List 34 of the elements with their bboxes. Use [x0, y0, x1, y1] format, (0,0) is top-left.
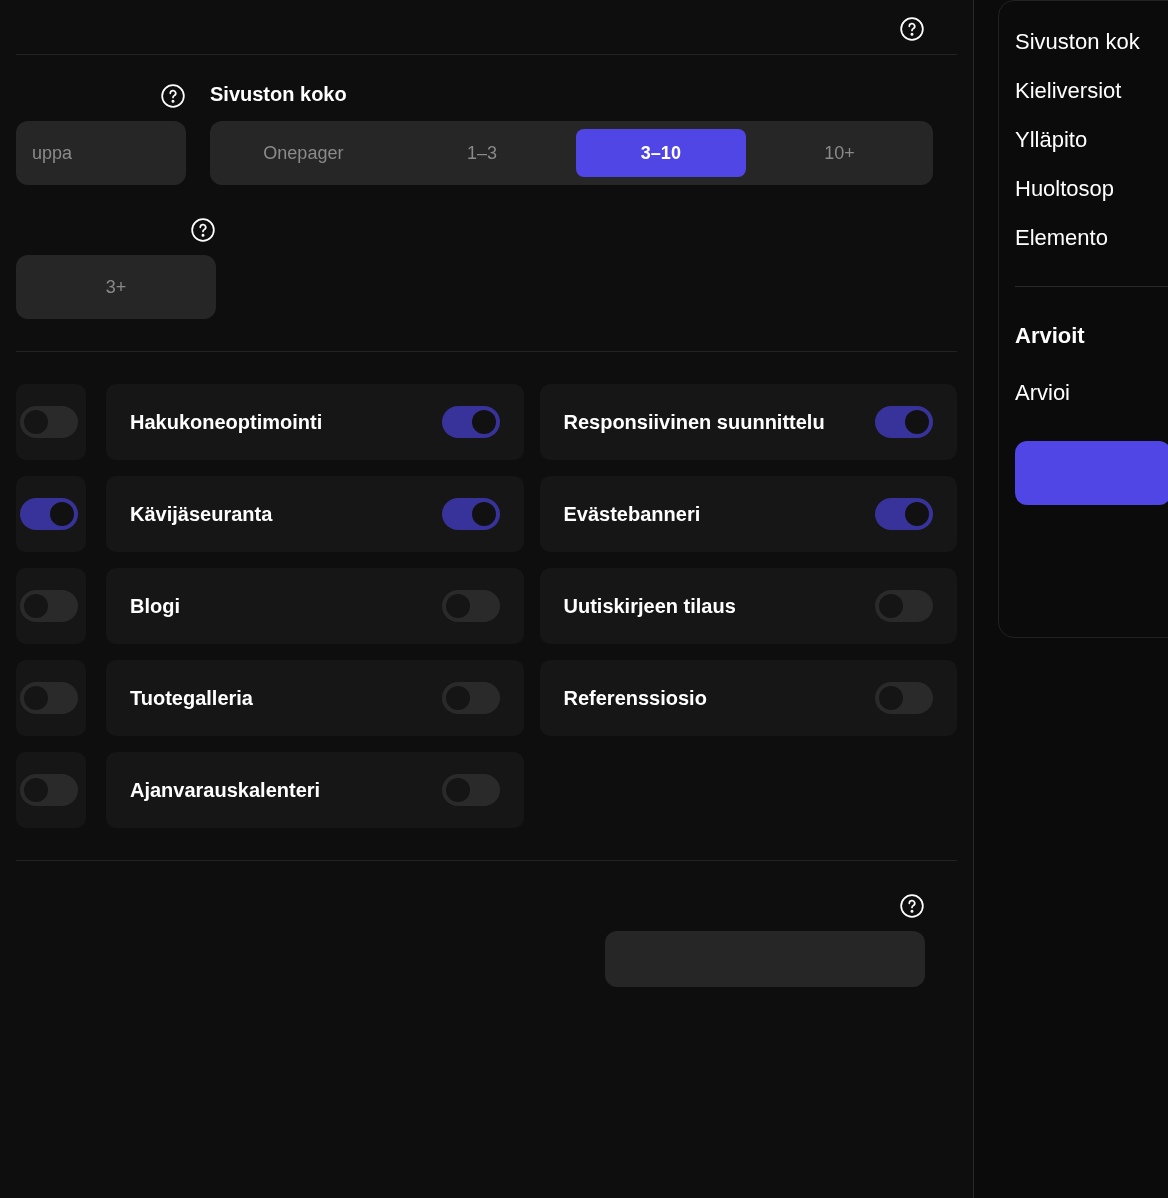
toggle-switch[interactable] — [441, 406, 500, 438]
feature-label: Kävijäseuranta — [130, 502, 273, 527]
feature-label: Hakukoneoptimointi — [130, 410, 323, 435]
summary-item: Elemento — [1015, 224, 1109, 252]
estimate-text: Arvioi — [1015, 379, 1071, 407]
text-field[interactable] — [605, 931, 925, 987]
segment-option[interactable]: 3+ — [24, 263, 208, 311]
feature-label: Referenssiosio — [563, 686, 707, 711]
toggle-switch[interactable] — [875, 406, 933, 438]
estimate-heading: Arvioit — [1015, 322, 1086, 350]
text-field[interactable]: uppa — [16, 121, 186, 185]
feature-label: Responsiivinen suunnittelu — [563, 410, 825, 435]
help-icon[interactable] — [899, 16, 925, 42]
feature-label: Ajanvarauskalenteri — [130, 778, 321, 803]
summary-item: Huoltosop — [1015, 175, 1116, 203]
segment-option[interactable]: Onepager — [218, 129, 389, 177]
toggle-switch[interactable] — [875, 498, 933, 530]
segment-option[interactable]: 3–10 — [575, 129, 747, 177]
summary-item: Ylläpito — [1015, 126, 1089, 154]
help-icon[interactable] — [190, 217, 216, 243]
toggle-switch[interactable] — [20, 498, 78, 530]
help-icon[interactable] — [160, 83, 186, 109]
feature-label: Blogi — [130, 594, 180, 619]
summary-item: Kieliversiot — [1015, 77, 1123, 105]
summary-item: Sivuston kok — [1015, 28, 1141, 56]
toggle-switch[interactable] — [441, 498, 500, 530]
field-label: Sivuston koko — [210, 82, 348, 107]
primary-button[interactable] — [1015, 441, 1168, 505]
segment-option[interactable]: 10+ — [754, 129, 925, 177]
help-icon[interactable] — [899, 893, 925, 919]
feature-label: Evästebanneri — [563, 502, 701, 527]
feature-label: Tuotegalleria — [130, 686, 253, 711]
segment-option[interactable]: 1–3 — [396, 129, 568, 177]
feature-label: Uutiskirjeen tilaus — [563, 594, 736, 619]
